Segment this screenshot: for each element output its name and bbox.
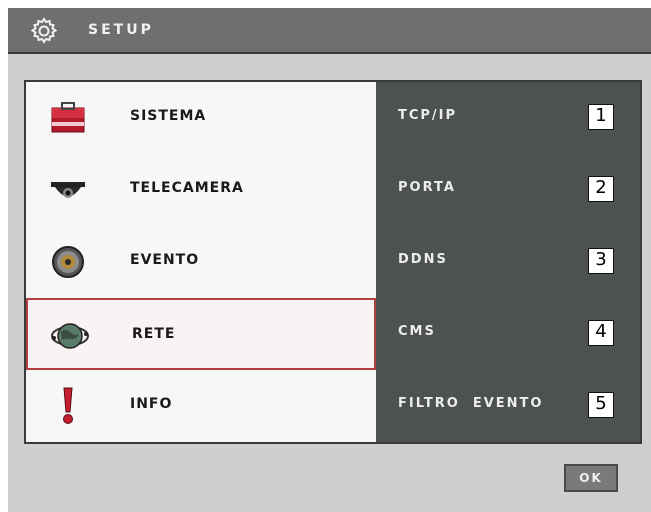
menu-item-evento[interactable]: EVENTO bbox=[26, 226, 376, 298]
submenu-item-label: FILTRO EVENTO bbox=[398, 396, 544, 411]
submenu-item-filtro-evento[interactable]: FILTRO EVENTO 5 bbox=[376, 370, 640, 442]
menu-item-label: RETE bbox=[132, 326, 176, 342]
setup-panel: SISTEMA TELECAMERA EVENTO RETE INFO TCP/… bbox=[24, 80, 642, 444]
submenu-item-label: TCP/IP bbox=[398, 108, 458, 123]
menu-item-label: TELECAMERA bbox=[130, 180, 244, 196]
menu-item-sistema[interactable]: SISTEMA bbox=[26, 82, 376, 154]
main-menu: SISTEMA TELECAMERA EVENTO RETE INFO bbox=[26, 82, 376, 442]
exclamation-icon bbox=[63, 387, 73, 424]
menu-item-info[interactable]: INFO bbox=[26, 370, 376, 442]
number-badge: 3 bbox=[588, 248, 614, 274]
gear-icon bbox=[30, 17, 58, 44]
submenu-item-cms[interactable]: CMS 4 bbox=[376, 298, 640, 370]
ok-button[interactable]: OK bbox=[564, 464, 618, 492]
submenu-item-label: DDNS bbox=[398, 252, 448, 267]
network-globe-icon bbox=[51, 323, 89, 349]
event-sensor-icon bbox=[52, 246, 84, 278]
dome-camera-icon bbox=[51, 182, 85, 198]
top-strip bbox=[0, 0, 651, 8]
submenu-item-label: CMS bbox=[398, 324, 436, 339]
title-bar: SETUP bbox=[8, 8, 651, 54]
number-badge: 5 bbox=[588, 392, 614, 418]
setup-screen: SETUP SISTEMA TELECAMERA EVENTO RETE INF… bbox=[8, 8, 651, 512]
menu-item-label: EVENTO bbox=[130, 252, 200, 268]
number-badge: 1 bbox=[588, 104, 614, 130]
menu-item-telecamera[interactable]: TELECAMERA bbox=[26, 154, 376, 226]
menu-item-label: INFO bbox=[130, 396, 173, 412]
network-submenu: TCP/IP 1 PORTA 2 DDNS 3 CMS 4 FILTRO EVE… bbox=[376, 82, 640, 442]
submenu-item-label: PORTA bbox=[398, 180, 456, 195]
page-title: SETUP bbox=[88, 22, 154, 38]
menu-item-rete[interactable]: RETE bbox=[26, 298, 376, 370]
submenu-item-ddns[interactable]: DDNS 3 bbox=[376, 226, 640, 298]
menu-item-label: SISTEMA bbox=[130, 108, 207, 124]
toolbox-icon bbox=[51, 102, 85, 133]
number-badge: 2 bbox=[588, 176, 614, 202]
submenu-item-porta[interactable]: PORTA 2 bbox=[376, 154, 640, 226]
number-badge: 4 bbox=[588, 320, 614, 346]
submenu-item-tcp-ip[interactable]: TCP/IP 1 bbox=[376, 82, 640, 154]
